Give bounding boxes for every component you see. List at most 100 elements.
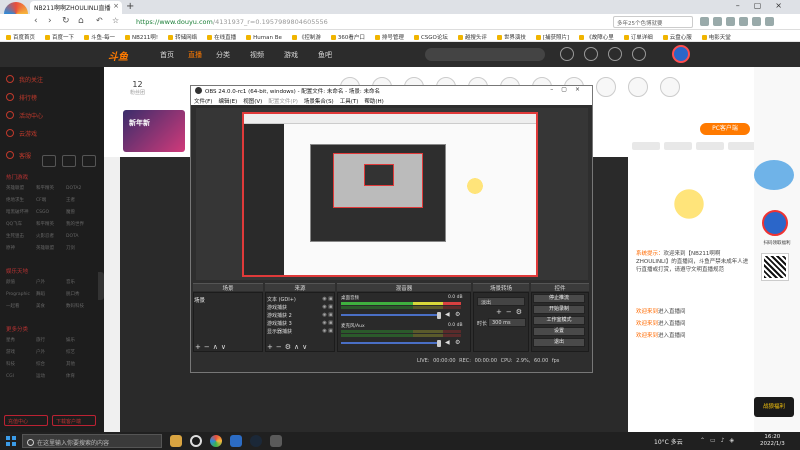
- settings-button[interactable]: 设置: [533, 327, 585, 336]
- more-row[interactable]: 科技 综合 其他: [6, 361, 98, 367]
- hot-link[interactable]: 英雄联盟: [6, 185, 36, 191]
- hot-link[interactable]: 生死狙击: [6, 233, 36, 239]
- start-recording-button[interactable]: 开始录制: [533, 305, 585, 314]
- browser-search-input[interactable]: 多年25个色博就要: [613, 16, 693, 28]
- hot-link[interactable]: CSGO: [36, 210, 66, 215]
- sidebar-item-rank[interactable]: 排行榜: [6, 93, 37, 102]
- bookmark-item[interactable]: 《故障心里: [573, 30, 618, 41]
- studio-mode-button[interactable]: 工作室模式: [533, 316, 585, 325]
- ent-row[interactable]: 一起看 美食 数码科技: [6, 303, 98, 309]
- room-tag[interactable]: [632, 142, 660, 150]
- ent-link[interactable]: 舞蹈: [36, 291, 66, 297]
- hot-row[interactable]: 暗黑破坏神 CSGO 魔兽: [6, 209, 98, 215]
- sidebar-collapse-handle[interactable]: [98, 272, 104, 300]
- bookmark-item[interactable]: NB211啊!: [119, 30, 162, 41]
- menu-tools[interactable]: 工具(T): [340, 99, 359, 105]
- windows-start-icon[interactable]: [6, 436, 16, 446]
- menu-help[interactable]: 帮助(H): [364, 99, 383, 105]
- gift-icon[interactable]: [628, 77, 648, 97]
- extension-icon[interactable]: [752, 17, 761, 26]
- menu-scene-collection[interactable]: 场景集合(S): [304, 99, 334, 105]
- forward-icon[interactable]: ›: [48, 16, 52, 26]
- more-link[interactable]: 旅行: [36, 337, 66, 343]
- ent-link[interactable]: 美食: [36, 303, 66, 309]
- bookmark-item[interactable]: Human Be: [240, 32, 286, 41]
- bookmark-item[interactable]: 百度首页: [0, 30, 39, 41]
- download-icon[interactable]: [632, 47, 646, 61]
- ai-assistant-icon[interactable]: [754, 160, 794, 190]
- ent-link[interactable]: 脱口秀: [66, 291, 96, 297]
- menu-file[interactable]: 文件(F): [194, 99, 212, 105]
- pc-client-button[interactable]: PC客户端: [700, 123, 750, 135]
- sidebar-item-activity[interactable]: 活动中心: [6, 111, 43, 120]
- more-link[interactable]: 娱乐: [66, 337, 96, 343]
- bookmark-item[interactable]: 排号管理: [369, 30, 408, 41]
- bookmark-item[interactable]: 世界演技: [491, 30, 530, 41]
- eye-lock-icon[interactable]: ◉ ▣: [322, 328, 333, 334]
- follow-icon[interactable]: [584, 47, 598, 61]
- browser-app-icon[interactable]: [210, 435, 222, 447]
- gift-icon[interactable]: [596, 77, 616, 97]
- bookmark-item[interactable]: 云盘心服: [657, 30, 696, 41]
- category-icon[interactable]: [82, 155, 96, 167]
- bookmark-item[interactable]: 电影天堂: [696, 30, 735, 41]
- bookmark-item[interactable]: 360看户口: [325, 30, 369, 41]
- source-item[interactable]: 显示器捕获 ◉ ▣: [267, 328, 333, 335]
- obs-title-bar[interactable]: OBS 24.0.0-rc1 (64-bit, windows) - 配置文件:…: [191, 86, 592, 96]
- category-icon[interactable]: [62, 155, 76, 167]
- source-item[interactable]: 文本 (GDI+) ◉ ▣: [267, 296, 333, 303]
- scenes-toolbar[interactable]: +−∧∨: [195, 343, 229, 353]
- steam-icon[interactable]: [250, 435, 262, 447]
- anchor-banner[interactable]: 新年新: [123, 110, 185, 152]
- close-icon[interactable]: ×: [113, 2, 119, 10]
- hot-link[interactable]: 英雄联盟: [36, 245, 66, 251]
- url-field[interactable]: https://www.douyu.com/4131937_r=0.195798…: [132, 16, 432, 28]
- nav-live[interactable]: 直播: [188, 50, 202, 60]
- obs-app-icon[interactable]: [190, 435, 202, 447]
- scene-item[interactable]: 场景: [194, 296, 262, 304]
- eye-lock-icon[interactable]: ◉ ▣: [322, 296, 333, 302]
- transition-select[interactable]: 淡出: [477, 297, 525, 306]
- fans-count[interactable]: 12 粉丝团: [130, 80, 145, 96]
- ent-link[interactable]: 音乐: [66, 279, 96, 285]
- mixer-mic-slider[interactable]: [341, 342, 439, 344]
- more-link[interactable]: 综合: [36, 361, 66, 367]
- eye-lock-icon[interactable]: ◉ ▣: [322, 312, 333, 318]
- gift-icon[interactable]: [660, 77, 680, 97]
- exit-button[interactable]: 退出: [533, 338, 585, 347]
- hot-link[interactable]: QQ飞车: [6, 221, 36, 227]
- menu-icon[interactable]: [765, 17, 774, 26]
- source-item[interactable]: 游戏捕获 ◉ ▣: [267, 304, 333, 311]
- taskbar-clock[interactable]: 16:20 2022/1/3: [760, 434, 785, 448]
- hot-link[interactable]: CF端: [36, 197, 66, 203]
- new-tab-icon[interactable]: +: [126, 1, 134, 12]
- site-search-input[interactable]: [425, 48, 545, 61]
- obs-window-controls[interactable]: –▢×: [550, 86, 588, 93]
- promo-badge[interactable]: 战狼福利: [754, 397, 794, 417]
- ent-link[interactable]: 一起看: [6, 303, 36, 309]
- toolbar-extensions[interactable]: [700, 17, 796, 27]
- slider-knob[interactable]: [437, 340, 441, 347]
- hot-link[interactable]: 暗黑破坏神: [6, 209, 36, 215]
- menu-view[interactable]: 视图(V): [243, 99, 262, 105]
- file-explorer-icon[interactable]: [170, 435, 182, 447]
- app-icon[interactable]: [270, 435, 282, 447]
- back-icon[interactable]: ‹: [34, 16, 38, 26]
- sidebar-item-follow[interactable]: 我的关注: [6, 75, 43, 84]
- more-row[interactable]: 星秀 旅行 娱乐: [6, 337, 98, 343]
- bookmark-item[interactable]: 斗鱼-每一: [78, 30, 119, 41]
- ent-row[interactable]: Prographic 舞蹈 脱口秀: [6, 291, 98, 297]
- extension-icon[interactable]: [739, 17, 748, 26]
- undo-icon[interactable]: ↶: [96, 16, 103, 25]
- bookmark-item[interactable]: [捕获照片]: [530, 30, 573, 41]
- hot-link[interactable]: 和平精英: [36, 221, 66, 227]
- nav-games[interactable]: 游戏: [284, 50, 298, 60]
- sidebar-item-cloudgame[interactable]: 云游戏: [6, 129, 37, 138]
- hot-link[interactable]: 绝地求生: [6, 197, 36, 203]
- hot-row[interactable]: 英雄联盟 和平精英 DOTA2: [6, 185, 98, 191]
- gear-icon[interactable]: ⚙: [455, 312, 461, 318]
- obs-preview[interactable]: [196, 108, 588, 280]
- speaker-icon[interactable]: ◀: [445, 340, 451, 346]
- hot-link[interactable]: DOTA2: [66, 186, 96, 191]
- extension-icon[interactable]: [700, 17, 709, 26]
